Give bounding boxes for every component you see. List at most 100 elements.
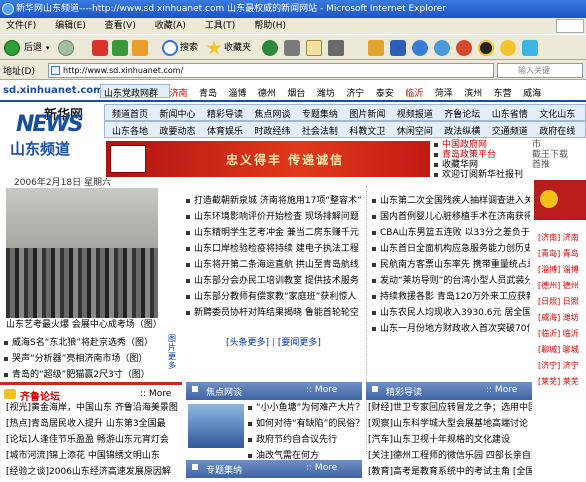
top-link-qingdao[interactable]: 青岛 bbox=[199, 89, 217, 99]
news-item[interactable]: 山东农民人均现收入3930.6元 居全国第8位 bbox=[380, 308, 530, 318]
news-item[interactable]: 山东环境影响评价开始检查 现场排解问题 bbox=[194, 212, 359, 222]
discuss-icon[interactable] bbox=[390, 40, 406, 56]
right-link-subscribe[interactable]: 欢迎订阅新华社报刊 bbox=[442, 170, 523, 180]
nav-gov[interactable]: 政府在线 bbox=[539, 127, 575, 137]
guide-item[interactable]: [关注]德州工程师的微信乐园 四部长亲自到访 bbox=[368, 451, 532, 461]
nav-science[interactable]: 科教文卫 bbox=[349, 127, 385, 137]
smiley-icon[interactable] bbox=[500, 40, 516, 56]
nav-video[interactable]: 视频报道 bbox=[397, 110, 433, 120]
nav-justice[interactable]: 政法纵横 bbox=[444, 127, 480, 137]
nav-forum[interactable]: 齐鲁论坛 bbox=[444, 110, 480, 120]
back-button[interactable]: 后退 bbox=[24, 39, 42, 57]
menu-file[interactable]: 文件(F) bbox=[0, 18, 46, 34]
province-item[interactable]: [威海] 潍坊 bbox=[538, 313, 579, 322]
focus-more-link[interactable]: :: More bbox=[306, 385, 337, 395]
news-item[interactable]: 山东一月份地方财政收入首次突破70亿元 bbox=[380, 324, 530, 334]
top-link-jining[interactable]: 济宁 bbox=[346, 89, 364, 99]
bird-icon[interactable] bbox=[434, 40, 450, 56]
forum-item[interactable]: [论坛]人逢佳节乐盈盈 畅游山东元宵灯会 bbox=[6, 435, 169, 445]
right-extra-1[interactable]: 市 bbox=[532, 140, 586, 150]
forum-item[interactable]: [经验之谈]2006山东经济高速发展原因解 bbox=[6, 467, 171, 477]
top-link-linyi[interactable]: 临沂 bbox=[405, 89, 423, 99]
top-link-taian[interactable]: 泰安 bbox=[376, 89, 394, 99]
search-input[interactable]: 输入关键 bbox=[497, 63, 583, 78]
guide-more-link[interactable]: :: More bbox=[486, 385, 517, 395]
right-link-fav[interactable]: 收藏华网 bbox=[442, 160, 478, 170]
news-item[interactable]: 新聘委员协杆对阵结果揭晓 鲁能首轮轮空 bbox=[194, 308, 359, 318]
province-item[interactable]: [济宁] 济宁 bbox=[538, 361, 579, 370]
search-button[interactable]: 搜索 bbox=[180, 39, 198, 57]
guide-item[interactable]: [观察]山东科学城大型会展基地高端讨论 bbox=[368, 419, 528, 429]
news-item[interactable]: 打造截朝新泉城 济南将施用17项“整容术” bbox=[194, 196, 362, 206]
guide-item[interactable]: [财经]世卫专家回应转冒龙之争；选用中国标准 bbox=[368, 403, 532, 413]
photo-link[interactable]: 青岛的“超级”肥猫赢2尺3寸（图） bbox=[12, 370, 150, 380]
nav-politics[interactable]: 政要动态 bbox=[159, 127, 195, 137]
photo-link[interactable]: 威海S名“东北狼”将赴京选秀（图） bbox=[12, 338, 153, 348]
news-item[interactable]: 山东精明学生艺考冲金 兼当二房东赚千元 bbox=[194, 228, 359, 238]
right-extra-3[interactable]: 首推 bbox=[532, 160, 586, 170]
province-item[interactable]: [莱芜] 莱芜 bbox=[538, 377, 579, 386]
menu-favorites[interactable]: 收藏(A) bbox=[149, 18, 196, 34]
menu-help[interactable]: 帮助(H) bbox=[248, 18, 296, 34]
history-icon[interactable] bbox=[284, 40, 300, 56]
nav-guide[interactable]: 精彩导读 bbox=[207, 110, 243, 120]
province-item[interactable]: [德州] 德州 bbox=[538, 281, 579, 290]
back-dropdown-icon[interactable]: ▾ bbox=[46, 39, 50, 57]
addon-icon[interactable] bbox=[456, 40, 472, 56]
favorites-star-icon[interactable] bbox=[206, 40, 222, 55]
news-item[interactable]: 民航南方客票山东率先 携带重量统占总量10% bbox=[380, 260, 530, 270]
province-item[interactable]: [青岛] 青岛 bbox=[538, 249, 579, 258]
news-item[interactable]: 山东部分教师有偿家教“家庭班”获利惊人 bbox=[194, 292, 356, 302]
qq-penguin-icon[interactable] bbox=[478, 40, 494, 56]
focus-item[interactable]: “小小鱼塘”为何难产大片？ bbox=[256, 403, 364, 413]
province-item[interactable]: [聊城] 聊城 bbox=[538, 345, 579, 354]
nav-local[interactable]: 山东各地 bbox=[112, 127, 148, 137]
province-item[interactable]: [济南] 济南 bbox=[538, 233, 579, 242]
edit-icon[interactable] bbox=[368, 40, 384, 56]
forward-arrow-icon[interactable] bbox=[58, 40, 74, 56]
stop-icon[interactable] bbox=[92, 40, 108, 56]
province-item[interactable]: [日照] 日照 bbox=[538, 297, 579, 306]
news-item[interactable]: CBA山东男篮五连败 以33分之差负于广东队 bbox=[380, 228, 530, 238]
top-link-zibo[interactable]: 淄博 bbox=[228, 89, 246, 99]
mail-icon[interactable] bbox=[306, 40, 322, 56]
news-more-link[interactable]: [要闻更多] bbox=[278, 338, 321, 348]
guide-item[interactable]: [教育]高考是教育系统中的考试主角 [全国] bbox=[368, 467, 532, 477]
menu-view[interactable]: 查看(V) bbox=[99, 18, 146, 34]
photo-link[interactable]: 哭声“分析器”亮相济南市场（图） bbox=[12, 354, 147, 364]
nav-culture[interactable]: 文化山东 bbox=[539, 110, 575, 120]
news-item[interactable]: 山东部分会办民工培训教室 提供技术服务 bbox=[194, 276, 359, 286]
top-link-yantai[interactable]: 烟台 bbox=[287, 89, 305, 99]
nav-law[interactable]: 社会法制 bbox=[302, 127, 338, 137]
right-link-qingdao[interactable]: 青岛政策平台 bbox=[442, 150, 496, 160]
right-link-gov[interactable]: 中国政府网 bbox=[442, 140, 487, 150]
nav-home[interactable]: 频道首页 bbox=[112, 110, 148, 120]
top-link-jinan[interactable]: 济南 bbox=[169, 89, 187, 99]
nav-current[interactable]: 时政经纬 bbox=[254, 127, 290, 137]
nav-focus[interactable]: 焦点网谈 bbox=[254, 110, 290, 120]
photo-caption[interactable]: 山东艺考最火爆 会展中心成考场（图） bbox=[6, 320, 166, 331]
news-item[interactable]: 山东首日全面机构应急服务能力创历史新高 bbox=[380, 244, 530, 254]
banner-ad[interactable]: 忠义得丰 传递诚信 bbox=[106, 141, 430, 177]
nav-news[interactable]: 新闻中心 bbox=[159, 110, 195, 120]
nav-special[interactable]: 专题集纳 bbox=[302, 110, 338, 120]
province-item[interactable]: [临沂] 临沂 bbox=[538, 329, 579, 338]
address-input[interactable]: http://www.sd.xinhuanet.com/ bbox=[48, 63, 494, 78]
special-more-link[interactable]: :: More bbox=[306, 463, 337, 473]
focus-item[interactable]: 政府节约自合议先行 bbox=[256, 435, 337, 445]
refresh-icon[interactable] bbox=[112, 40, 128, 56]
top-link-dezhou[interactable]: 德州 bbox=[258, 89, 276, 99]
news-item[interactable]: 山东口岸检验检疫将持续 建电子执法工程 bbox=[194, 244, 359, 254]
right-extra-2[interactable]: 截王下载 bbox=[532, 150, 586, 160]
top-link-weifang[interactable]: 潍坊 bbox=[317, 89, 335, 99]
nav-photos[interactable]: 图片新闻 bbox=[349, 110, 385, 120]
menu-edit[interactable]: 编辑(E) bbox=[49, 18, 96, 34]
search-icon[interactable] bbox=[162, 40, 178, 56]
forum-more-link[interactable]: :: More bbox=[140, 389, 171, 399]
site-logo[interactable]: 新华网 NEWS 山东频道 bbox=[6, 104, 96, 158]
top-link-dongying[interactable]: 东营 bbox=[494, 89, 512, 99]
guide-item[interactable]: [汽车]山东卫视十年规格的文化建设 bbox=[368, 435, 510, 445]
home-icon[interactable] bbox=[132, 40, 148, 56]
nav-leisure[interactable]: 休闲空间 bbox=[397, 127, 433, 137]
top-link-heze[interactable]: 菏泽 bbox=[435, 89, 453, 99]
